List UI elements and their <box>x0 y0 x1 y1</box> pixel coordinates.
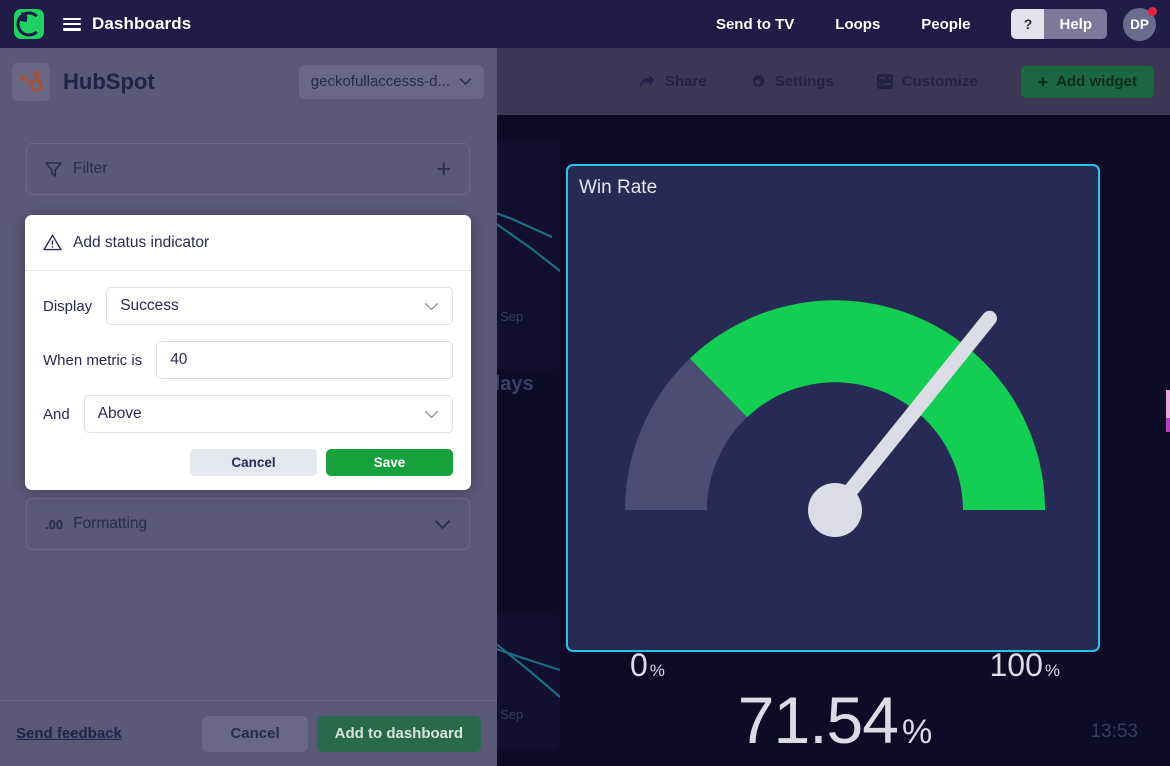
settings-button[interactable]: Settings <box>750 73 834 90</box>
chevron-down-icon <box>434 519 451 530</box>
account-select[interactable]: geckofullaccesss-d... <box>299 65 484 99</box>
gauge-min-label: 0% <box>630 647 665 684</box>
display-select[interactable]: Success <box>106 287 453 325</box>
status-indicator-modal: Add status indicator Display Success Whe… <box>25 215 471 490</box>
metric-field-row: When metric is 40 <box>43 341 453 379</box>
panel-footer: Send feedback Cancel Add to dashboard <box>0 700 497 766</box>
filter-row[interactable]: Filter + <box>26 143 470 195</box>
integration-name: HubSpot <box>63 69 155 95</box>
add-filter-button[interactable]: + <box>436 157 451 182</box>
display-select-value: Success <box>120 297 179 315</box>
gauge-max-label: 100% <box>989 647 1060 684</box>
right-edge-handle[interactable] <box>1166 390 1170 432</box>
metric-label: When metric is <box>43 352 142 369</box>
funnel-icon <box>45 162 62 177</box>
modal-cancel-button[interactable]: Cancel <box>190 449 317 476</box>
decimal-icon: .00 <box>45 517 63 532</box>
chevron-down-icon <box>424 410 439 419</box>
hamburger-menu-icon[interactable] <box>63 18 81 31</box>
condition-select-value: Above <box>98 405 142 423</box>
top-navigation-bar: Dashboards Send to TV Loops People ? Hel… <box>0 0 1170 48</box>
panel-header: HubSpot geckofullaccesss-d... <box>0 48 497 115</box>
nav-send-to-tv[interactable]: Send to TV <box>716 16 794 33</box>
filter-label: Filter <box>73 160 107 178</box>
customize-button[interactable]: Customize <box>877 73 978 90</box>
display-field-row: Display Success <box>43 287 453 325</box>
gauge-widget[interactable]: Win Rate 0% 100% 71.54% <box>566 164 1100 652</box>
nav-loops[interactable]: Loops <box>835 16 880 33</box>
customize-icon <box>877 74 893 89</box>
help-button[interactable]: Help <box>1044 9 1107 39</box>
condition-label: And <box>43 406 70 423</box>
metric-value: 40 <box>170 351 187 369</box>
condition-field-row: And Above <box>43 395 453 433</box>
avatar[interactable]: DP <box>1123 8 1156 41</box>
help-question-button[interactable]: ? <box>1011 9 1044 39</box>
modal-title: Add status indicator <box>73 234 209 252</box>
page-title: Dashboards <box>92 14 191 34</box>
condition-select[interactable]: Above <box>84 395 453 433</box>
avatar-initials: DP <box>1130 17 1149 32</box>
add-to-dashboard-button[interactable]: Add to dashboard <box>317 716 481 752</box>
metric-value-input[interactable]: 40 <box>156 341 453 379</box>
chevron-down-icon <box>459 73 472 90</box>
plus-icon: + <box>1038 73 1049 91</box>
formatting-label: Formatting <box>73 515 147 533</box>
share-label: Share <box>665 73 707 90</box>
add-widget-label: Add widget <box>1056 73 1137 90</box>
modal-header: Add status indicator <box>25 215 471 271</box>
warning-triangle-icon <box>43 234 62 251</box>
settings-label: Settings <box>775 73 834 90</box>
help-group: ? Help <box>1011 9 1107 39</box>
geckoboard-logo-icon[interactable] <box>14 9 44 39</box>
formatting-row[interactable]: .00 Formatting <box>26 498 470 550</box>
gear-icon <box>750 74 766 90</box>
account-select-value: geckofullaccesss-d... <box>311 73 450 90</box>
send-feedback-link[interactable]: Send feedback <box>16 725 122 742</box>
chevron-down-icon <box>424 302 439 311</box>
nav-people[interactable]: People <box>921 16 970 33</box>
modal-save-button[interactable]: Save <box>326 449 453 476</box>
customize-label: Customize <box>902 73 978 90</box>
gauge-value: 71.54% <box>568 682 1102 758</box>
display-label: Display <box>43 298 92 315</box>
hubspot-icon <box>12 63 50 101</box>
share-button[interactable]: Share <box>639 73 707 90</box>
widget-title: Win Rate <box>579 177 657 199</box>
add-widget-button[interactable]: + Add widget <box>1021 66 1154 98</box>
share-icon <box>639 74 656 89</box>
top-nav-right-group: Send to TV Loops People ? Help DP <box>716 0 1170 48</box>
notification-dot-icon <box>1148 7 1157 16</box>
widget-config-panel: HubSpot geckofullaccesss-d... Filter + .… <box>0 48 497 766</box>
panel-cancel-button[interactable]: Cancel <box>202 716 307 752</box>
gauge-chart <box>568 210 1102 640</box>
modal-body: Display Success When metric is 40 And Ab… <box>25 271 471 490</box>
modal-actions: Cancel Save <box>43 449 453 476</box>
